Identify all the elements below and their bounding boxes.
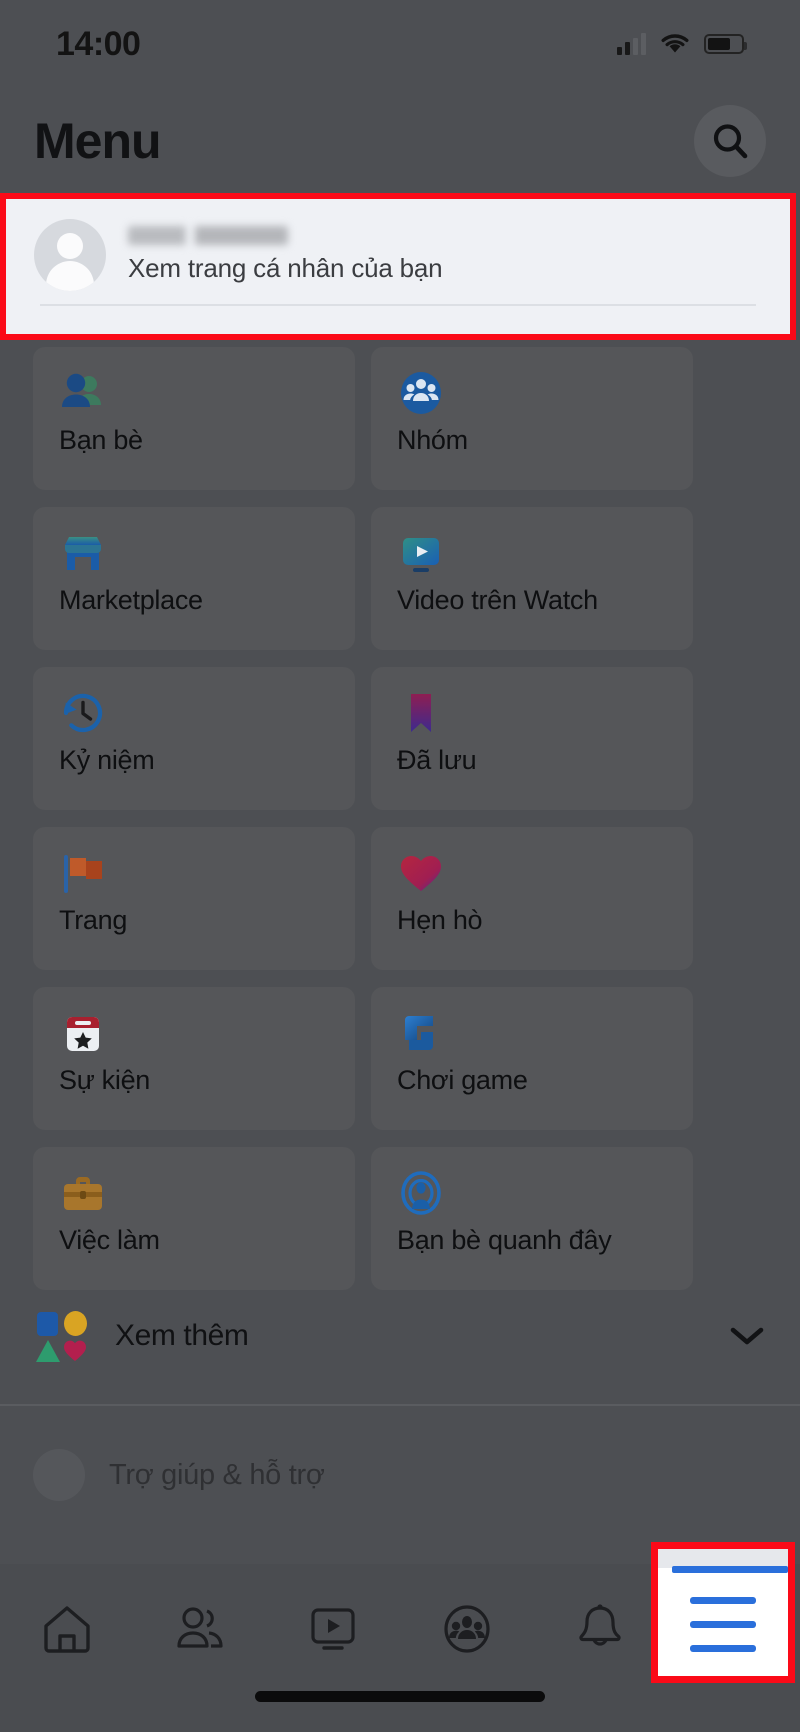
active-tab-indicator [672,1566,788,1573]
tile-saved[interactable]: Đã lưu [371,667,693,810]
see-more-row[interactable]: Xem thêm [0,1286,800,1386]
tile-events[interactable]: Sự kiện [33,987,355,1130]
events-calendar-icon [59,1009,107,1057]
tile-label: Hẹn hò [397,905,483,935]
hamburger-menu-icon [658,1597,788,1652]
nav-groups[interactable] [412,1590,522,1668]
partial-row[interactable]: Trợ giúp & hỗ trợ [33,1440,733,1510]
see-more-label: Xem thêm [115,1319,249,1352]
tile-watch[interactable]: Video trên Watch [371,507,693,650]
profile-divider [40,304,756,306]
tile-gaming[interactable]: Chơi game [371,987,693,1130]
nav-notifications[interactable] [545,1590,655,1668]
status-bar-time: 14:00 [56,24,141,63]
chevron-down-icon[interactable] [728,1324,766,1348]
page-title: Menu [34,112,162,169]
pages-flag-icon [59,849,107,897]
avatar [34,219,106,291]
tile-label: Sự kiện [59,1065,151,1095]
tile-label: Nhóm [397,425,468,455]
tile-label: Marketplace [59,585,203,615]
tile-label: Chơi game [397,1065,528,1095]
tile-label: Trang [59,905,128,935]
tile-label: Kỷ niệm [59,745,155,775]
page-header: Menu [0,88,800,193]
dating-heart-icon [397,849,445,897]
tile-jobs[interactable]: Việc làm [33,1147,355,1290]
profile-row[interactable]: Xem trang cá nhân của bạn [6,199,790,291]
home-icon [43,1606,90,1653]
tile-friends[interactable]: Bạn bè [33,347,355,490]
bookmark-saved-icon [397,689,445,737]
friends-icon [59,369,107,417]
partial-row-label: Trợ giúp & hỗ trợ [109,1458,325,1491]
search-button[interactable] [694,104,766,177]
menu-grid: Bạn bè Nhóm Marketplace Video trên Watch… [33,347,693,1290]
nav-friends[interactable] [145,1590,255,1668]
nav-home[interactable] [12,1590,122,1668]
profile-name [128,226,288,245]
section-divider [0,1404,800,1406]
profile-shortcut-highlight[interactable]: Xem trang cá nhân của bạn [0,193,796,340]
tile-label: Đã lưu [397,745,477,775]
tile-marketplace[interactable]: Marketplace [33,507,355,650]
home-indicator [255,1691,545,1702]
gaming-icon [397,1009,445,1057]
tile-dating[interactable]: Hẹn hò [371,827,693,970]
cellular-signal-icon [617,33,646,55]
tile-nearby-friends[interactable]: Bạn bè quanh đây [371,1147,693,1290]
tile-label: Bạn bè quanh đây [397,1225,612,1255]
phone-screen: 14:00 Menu Xem trang cá nhân của bạn Bạn… [0,0,800,1732]
status-bar-indicators [617,33,747,55]
battery-icon [704,34,747,54]
groups-icon [397,369,445,417]
marketplace-icon [59,529,107,577]
watch-video-icon [397,529,445,577]
bell-icon [579,1604,621,1646]
tile-groups[interactable]: Nhóm [371,347,693,490]
groups-outline-icon [444,1605,490,1653]
nearby-friends-icon [397,1169,445,1217]
profile-subtitle: Xem trang cá nhân của bạn [128,253,443,283]
tile-label: Việc làm [59,1225,160,1255]
tile-memories[interactable]: Kỷ niệm [33,667,355,810]
tile-label: Bạn bè [59,425,143,455]
jobs-briefcase-icon [59,1169,107,1217]
friends-outline-icon [177,1607,223,1648]
nav-menu-highlight[interactable] [651,1542,795,1683]
nav-watch[interactable] [278,1590,388,1668]
wifi-icon [661,34,689,53]
profile-text: Xem trang cá nhân của bạn [128,226,443,284]
search-icon [713,123,748,158]
tile-pages[interactable]: Trang [33,827,355,970]
help-icon [33,1449,85,1501]
memories-clock-icon [59,689,107,737]
watch-outline-icon [311,1608,355,1650]
shapes-icon [33,1308,89,1364]
tile-label: Video trên Watch [397,585,598,615]
status-bar: 14:00 [0,0,800,88]
